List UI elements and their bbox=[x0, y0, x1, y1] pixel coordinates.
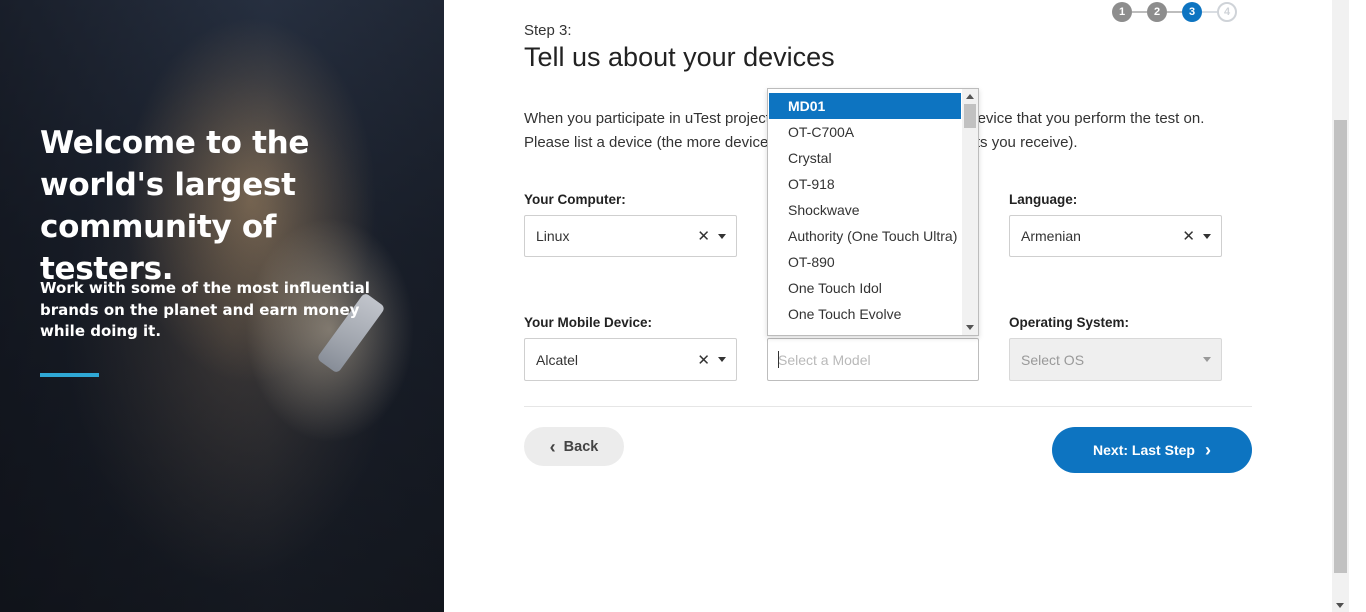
chevron-down-icon[interactable] bbox=[718, 233, 726, 239]
progress-stepper: 1 2 3 4 bbox=[1112, 2, 1237, 22]
clear-icon[interactable]: ✕ bbox=[697, 227, 710, 245]
next-button[interactable]: Next: Last Step › bbox=[1052, 427, 1252, 473]
next-button-label: Next: Last Step bbox=[1093, 442, 1195, 458]
hero-accent-bar bbox=[40, 373, 99, 377]
os-select[interactable]: Select OS bbox=[1009, 338, 1222, 381]
model-option[interactable]: MD01 bbox=[769, 93, 961, 119]
step-4-indicator: 4 bbox=[1217, 2, 1237, 22]
scroll-down-icon[interactable] bbox=[966, 325, 974, 330]
model-option[interactable]: OT-890 bbox=[769, 249, 961, 275]
computer-label: Your Computer: bbox=[524, 192, 626, 207]
model-option[interactable]: OT-C700A bbox=[769, 119, 961, 145]
step-connector bbox=[1202, 11, 1217, 13]
window-edge bbox=[1349, 0, 1366, 612]
page-scrollbar[interactable] bbox=[1332, 0, 1349, 612]
scroll-thumb[interactable] bbox=[964, 104, 976, 128]
scroll-down-icon[interactable] bbox=[1336, 603, 1344, 608]
os-placeholder: Select OS bbox=[1021, 351, 1085, 368]
model-option[interactable]: One Touch Idol bbox=[769, 275, 961, 301]
step-3-indicator: 3 bbox=[1182, 2, 1202, 22]
mobile-device-value: Alcatel bbox=[536, 351, 579, 368]
language-select[interactable]: Armenian ✕ bbox=[1009, 215, 1222, 257]
language-label: Language: bbox=[1009, 192, 1078, 207]
page-title: Tell us about your devices bbox=[524, 42, 835, 72]
model-option[interactable]: One Touch Fire bbox=[769, 327, 961, 335]
model-option[interactable]: One Touch Evolve bbox=[769, 301, 961, 327]
model-options: MD01 OT-C700A Crystal OT-918 Shockwave A… bbox=[769, 93, 961, 335]
section-divider bbox=[524, 406, 1252, 407]
page-scroll-thumb[interactable] bbox=[1334, 120, 1347, 573]
chevron-down-icon[interactable] bbox=[718, 357, 726, 362]
hero-panel: Welcome to the world's largest community… bbox=[0, 0, 444, 612]
clear-icon[interactable]: ✕ bbox=[1182, 227, 1195, 245]
text-cursor bbox=[778, 351, 779, 368]
model-option[interactable]: Shockwave bbox=[769, 197, 961, 223]
step-1-indicator: 1 bbox=[1112, 2, 1132, 22]
hero-subtitle: Work with some of the most influential b… bbox=[40, 279, 370, 340]
clear-icon[interactable]: ✕ bbox=[697, 351, 710, 369]
back-button-label: Back bbox=[563, 438, 599, 455]
mobile-device-label: Your Mobile Device: bbox=[524, 315, 653, 330]
step-connector bbox=[1167, 11, 1182, 13]
model-option[interactable]: OT-918 bbox=[769, 171, 961, 197]
step-connector bbox=[1132, 11, 1147, 13]
computer-value: Linux bbox=[536, 228, 570, 244]
dropdown-scrollbar[interactable] bbox=[962, 89, 978, 335]
os-label: Operating System: bbox=[1009, 315, 1130, 330]
mobile-device-select[interactable]: Alcatel ✕ bbox=[524, 338, 737, 381]
language-value: Armenian bbox=[1021, 228, 1081, 244]
step-2-indicator: 2 bbox=[1147, 2, 1167, 22]
computer-select[interactable]: Linux ✕ bbox=[524, 215, 737, 257]
chevron-down-icon[interactable] bbox=[1203, 233, 1211, 239]
model-search-input[interactable] bbox=[767, 338, 979, 381]
back-button[interactable]: ‹ Back bbox=[524, 427, 624, 466]
model-option[interactable]: Crystal bbox=[769, 145, 961, 171]
step-label: Step 3: bbox=[524, 22, 572, 39]
chevron-right-icon: › bbox=[1204, 440, 1211, 460]
model-option[interactable]: Authority (One Touch Ultra) bbox=[769, 223, 961, 249]
hero-title: Welcome to the world's largest community… bbox=[40, 125, 310, 287]
chevron-down-icon[interactable] bbox=[1203, 357, 1211, 362]
model-dropdown-list[interactable]: MD01 OT-C700A Crystal OT-918 Shockwave A… bbox=[767, 88, 979, 336]
scroll-up-icon[interactable] bbox=[966, 94, 974, 99]
chevron-left-icon: ‹ bbox=[549, 436, 556, 457]
